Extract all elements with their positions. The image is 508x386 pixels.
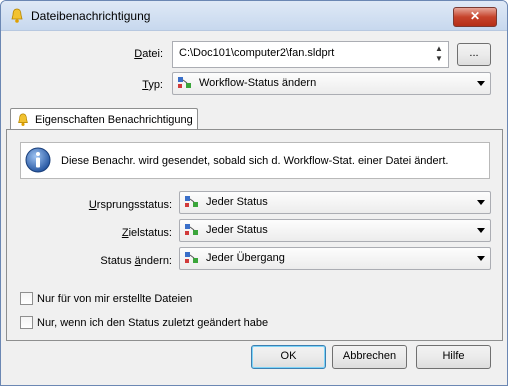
window-title: Dateibenachrichtigung	[31, 9, 151, 23]
source-status-label: Ursprungsstatus:	[88, 199, 172, 211]
chevron-down-icon	[477, 228, 485, 233]
chevron-down-icon	[477, 81, 485, 86]
file-path-field[interactable]: C:\Doc101\computer2\fan.sldprt ▲ ▼	[172, 41, 449, 68]
spin-arrows-icon[interactable]: ▲ ▼	[433, 44, 445, 64]
target-status-label: Zielstatus:	[121, 227, 172, 239]
type-value: Workflow-Status ändern	[199, 77, 317, 89]
workflow-icon	[185, 196, 198, 207]
change-status-label: Status ändern:	[100, 255, 172, 267]
type-dropdown[interactable]: Workflow-Status ändern	[172, 72, 491, 95]
target-status-dropdown[interactable]: Jeder Status	[179, 219, 491, 242]
info-icon	[25, 147, 51, 173]
change-status-dropdown[interactable]: Jeder Übergang	[179, 247, 491, 270]
workflow-icon	[178, 77, 191, 88]
only-my-files-checkbox[interactable]	[20, 292, 33, 305]
only-last-changed-label: Nur, wenn ich den Status zuletzt geänder…	[37, 317, 269, 329]
only-my-files-label: Nur für von mir erstellte Dateien	[37, 293, 193, 305]
tab-label: Eigenschaften Benachrichtigung	[35, 114, 193, 126]
type-label: Typ:	[142, 79, 163, 91]
close-button[interactable]: ✕	[453, 7, 497, 27]
chevron-down-icon	[477, 200, 485, 205]
tab-eigenschaften-benachrichtigung[interactable]: Eigenschaften Benachrichtigung	[10, 108, 198, 131]
change-status-value: Jeder Übergang	[206, 252, 285, 264]
ok-button[interactable]: OK	[251, 345, 326, 369]
help-button[interactable]: Hilfe	[416, 345, 491, 369]
source-status-value: Jeder Status	[206, 196, 268, 208]
workflow-icon	[185, 252, 198, 263]
only-last-changed-checkbox[interactable]	[20, 316, 33, 329]
target-status-value: Jeder Status	[206, 224, 268, 236]
info-text: Diese Benachr. wird gesendet, sobald sic…	[61, 155, 449, 167]
info-box: Diese Benachr. wird gesendet, sobald sic…	[20, 142, 490, 179]
bell-icon	[11, 8, 23, 23]
browse-button[interactable]: ...	[457, 43, 491, 66]
source-status-dropdown[interactable]: Jeder Status	[179, 191, 491, 214]
dialog-window: Dateibenachrichtigung ✕ Datei: C:\Doc101…	[0, 0, 508, 386]
file-label: Datei:	[134, 48, 163, 60]
cancel-button[interactable]: Abbrechen	[332, 345, 407, 369]
chevron-down-icon	[477, 256, 485, 261]
title-bar[interactable]: Dateibenachrichtigung ✕	[1, 1, 507, 31]
file-path-value: C:\Doc101\computer2\fan.sldprt	[179, 47, 335, 59]
bell-icon	[18, 113, 28, 126]
workflow-icon	[185, 224, 198, 235]
